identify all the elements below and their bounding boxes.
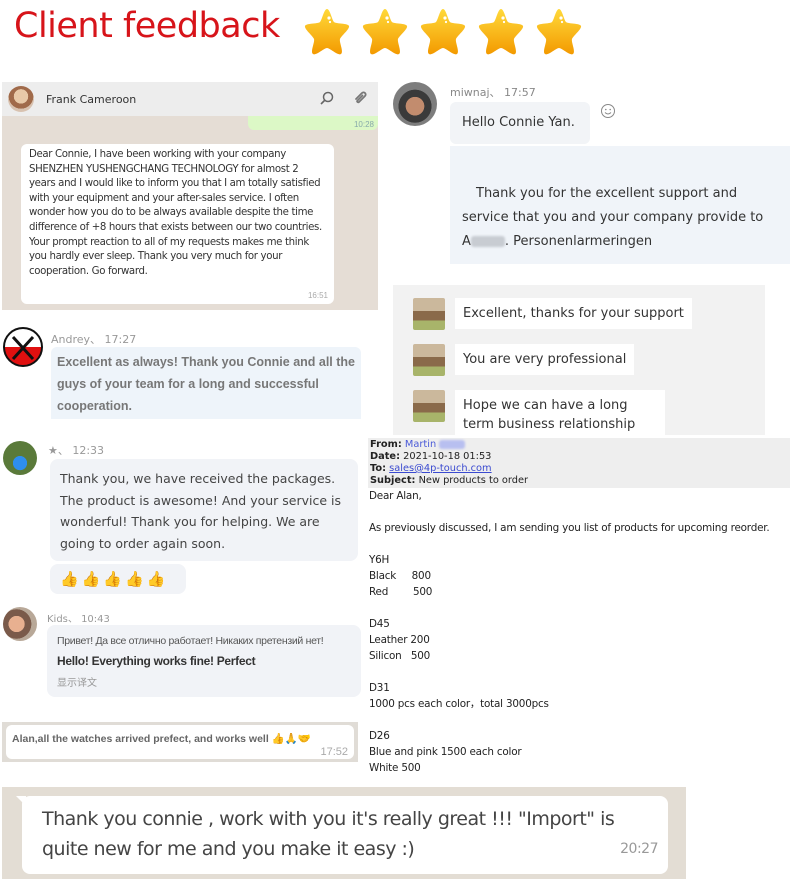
message-text: Привет! Да все отлично работает! Никаких… (57, 631, 351, 672)
email-body: Dear Alan, As previously discussed, I am… (369, 488, 790, 776)
field-label: To: (370, 463, 387, 474)
alan-watches-panel: Alan,all the watches arrived prefect, an… (2, 722, 358, 762)
product-line: Silicon 500 (369, 650, 431, 662)
emoji-icons: 👍🙏🤝 (271, 733, 311, 745)
group-chat-panel: Excellent, thanks for your support You a… (393, 285, 765, 440)
frank-chat-panel: Frank Cameroon 10:28 Dear Connie, I have… (2, 82, 378, 310)
avatar[interactable] (8, 86, 34, 112)
message-bubble: You are very professional (455, 344, 635, 375)
field-value: New products to order (418, 475, 529, 486)
product-line: Black 800 (369, 570, 431, 582)
star-icon (362, 9, 408, 55)
paperclip-icon[interactable] (352, 90, 368, 106)
thumbs-up-emoji-bubble: 👍👍👍👍👍 (50, 564, 186, 594)
list-item: Excellent, thanks for your support (413, 298, 692, 330)
avatar[interactable] (413, 344, 445, 376)
product-model: D45 (369, 618, 390, 630)
email-from: From: Martin (370, 439, 788, 451)
emoji-icon[interactable] (600, 103, 616, 119)
email-header: From: Martin Date: 2021-10-18 01:53 To: … (368, 438, 790, 488)
list-item: You are very professional (413, 344, 635, 376)
contact-name[interactable]: Frank Cameroon (46, 93, 136, 106)
avatar[interactable] (413, 298, 445, 330)
email-to: To: sales@4p-touch.com (370, 463, 788, 475)
star-icon (304, 9, 350, 55)
message-bubble: Thank you, we have received the packages… (50, 459, 358, 561)
bottom-chat-panel: Thank you connie , work with you it's re… (2, 787, 686, 879)
rating-stars (302, 6, 584, 56)
redacted-text (439, 439, 466, 449)
message-bubble: Hello Connie Yan. (450, 102, 590, 144)
message-text: Alan,all the watches arrived prefect, an… (12, 733, 269, 745)
star-icon (478, 9, 524, 55)
star-icon (536, 9, 582, 55)
sender-link[interactable]: Martin (405, 439, 436, 450)
message-time: 17:52 (320, 746, 348, 758)
message-time: 20:27 (620, 841, 658, 857)
show-translation-link[interactable]: 显示译文 (57, 674, 351, 689)
sender-meta: miwnaj、 17:57 (450, 86, 536, 99)
avatar[interactable] (3, 607, 37, 641)
sender-meta: Andrey、 17:27 (51, 333, 137, 346)
sent-message-bubble: 10:28 (248, 116, 378, 130)
field-label: Subject: (370, 475, 416, 486)
message-text: Dear Connie, I have been working with yo… (29, 149, 322, 277)
redacted-text (470, 236, 505, 247)
product-block: D31 1000 pcs each color，total 3000pcs (369, 680, 790, 712)
message-bubble: Alan,all the watches arrived prefect, an… (6, 725, 354, 759)
page-title: Client feedback (14, 6, 280, 46)
product-model: D26 (369, 730, 390, 742)
message-time: 16:51 (307, 291, 328, 300)
text-prefix: A (462, 234, 471, 249)
message-line: Thank you connie , work with you it's re… (42, 808, 615, 830)
email-intro: As previously discussed, I am sending yo… (369, 522, 770, 534)
message-bubble: Excellent as always! Thank you Connie an… (51, 347, 361, 419)
chat-header: Frank Cameroon (2, 82, 378, 116)
message-time: 10:28 (353, 120, 374, 129)
message-line: quite new for me and you make it easy :) (42, 838, 415, 860)
avatar[interactable] (413, 390, 445, 422)
product-block: Y6H Black 800 Red 500 (369, 552, 790, 600)
message-bubble: Hope we can have a long term business re… (455, 390, 665, 440)
english-text: Hello! Everything works fine! Perfect (57, 654, 256, 668)
email-subject: Subject: New products to order (370, 475, 788, 487)
message-line: A . Personenlarmeringen (462, 230, 778, 254)
star-icon (420, 9, 466, 55)
field-value: 2021-10-18 01:53 (403, 451, 492, 462)
message-line: service that you and your company provid… (462, 210, 764, 225)
message-bubble: Thank you for the excellent support and … (450, 146, 790, 264)
list-item: Hope we can have a long term business re… (413, 390, 665, 440)
product-block: D45 Leather 200 Silicon 500 (369, 616, 790, 664)
russian-text: Привет! Да все отлично работает! Никаких… (57, 635, 324, 647)
avatar[interactable] (393, 82, 437, 126)
avatar[interactable] (3, 327, 43, 367)
sender-meta: ★、 12:33 (48, 444, 105, 457)
text-suffix: . Personenlarmeringen (504, 234, 653, 249)
crossed-hammers-icon (11, 335, 35, 361)
product-line: White 500 (369, 762, 421, 774)
email-greeting: Dear Alan, (369, 490, 422, 502)
received-message-bubble: Dear Connie, I have been working with yo… (21, 144, 334, 304)
search-icon[interactable] (320, 91, 334, 105)
message-bubble: Привет! Да все отлично работает! Никаких… (47, 625, 361, 697)
product-block: D26 Blue and pink 1500 each color White … (369, 728, 790, 776)
product-line: Red 500 (369, 586, 433, 598)
email-date: Date: 2021-10-18 01:53 (370, 451, 788, 463)
recipient-link[interactable]: sales@4p-touch.com (389, 463, 491, 474)
field-label: Date: (370, 451, 400, 462)
message-line: Thank you for the excellent support and (476, 186, 738, 201)
field-label: From: (370, 439, 402, 450)
product-line: 1000 pcs each color，total 3000pcs (369, 698, 549, 710)
product-model: D31 (369, 682, 390, 694)
message-bubble: Excellent, thanks for your support (455, 298, 692, 329)
product-line: Leather 200 (369, 634, 430, 646)
sender-meta: Kids、 10:43 (47, 614, 110, 625)
avatar[interactable] (3, 441, 37, 475)
product-line: Blue and pink 1500 each color (369, 746, 522, 758)
message-bubble: Thank you connie , work with you it's re… (22, 796, 668, 874)
product-model: Y6H (369, 554, 390, 566)
